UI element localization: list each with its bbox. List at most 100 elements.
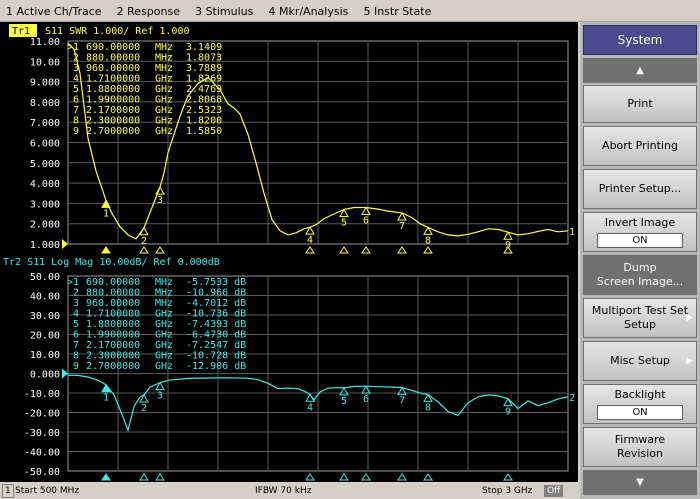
tr2-header: Tr2 S11 Log Mag 10.00dB/ Ref 0.000dB (3, 257, 220, 268)
tr2-ytick-label: 0.000 (30, 370, 60, 381)
tr1-badge: Tr1 (12, 26, 30, 37)
tr2-readout-value: -10.736 dB (186, 309, 246, 320)
backlight-button[interactable]: Backlight ON (583, 384, 697, 424)
softkey-title-label: System (617, 33, 663, 47)
status-bar: 1 Start 500 MHz IFBW 70 kHz Stop 3 GHz O… (0, 483, 578, 499)
tr1-header: S11 SWR 1.000/ Ref 1.000 (45, 26, 190, 37)
tr1-readout-id: 8 (73, 116, 79, 127)
tr2-marker-label: 5 (341, 396, 347, 407)
scroll-down-button[interactable]: ▼ (583, 470, 697, 495)
print-button[interactable]: Print (583, 85, 697, 123)
measurement-display: Tr1 S11 SWR 1.000/ Ref 1.000 Tr2 S11 Log… (0, 22, 578, 482)
tr2-readout-value: -4.7012 dB (186, 298, 246, 309)
menu-active-ch-trace[interactable]: 1 Active Ch/Trace (0, 1, 106, 23)
dump-label-line2: Screen Image... (596, 275, 684, 288)
tr2-readout-id: 4 (73, 309, 79, 320)
tr1-readout-id: 3 (73, 63, 79, 74)
tr2-marker-label: 7 (399, 396, 405, 407)
tr2-readout-id: 9 (73, 361, 79, 372)
dump-label-line1: Dump (623, 261, 657, 274)
tr2-marker-tick-5 (339, 473, 349, 481)
invert-image-label: Invert Image (604, 216, 676, 229)
tr2-readout-id: >1 (67, 277, 79, 288)
multiport-test-set-setup-button[interactable]: Multiport Test Set Setup ▶ (583, 298, 697, 338)
backlight-label: Backlight (614, 388, 666, 401)
invert-image-value: ON (597, 233, 683, 248)
tr1-marker-label: 4 (307, 235, 313, 246)
tr2-marker-5 (339, 386, 349, 396)
firmware-revision-button[interactable]: Firmware Revision (583, 427, 697, 467)
tr1-readout-id: 2 (73, 53, 79, 64)
tr2-readout-id: 2 (73, 288, 79, 299)
tr2-ytick-label: -20.00 (24, 409, 60, 420)
trace-plots: Tr1 S11 SWR 1.000/ Ref 1.000 Tr2 S11 Log… (3, 24, 575, 481)
tr1-readout-value: 2.8068 (186, 95, 222, 106)
print-label: Print (627, 97, 653, 110)
tr2-readout-id: 6 (73, 330, 79, 341)
softkey-title: System (583, 25, 697, 55)
printer-setup-button[interactable]: Printer Setup... (583, 169, 697, 209)
menu-instr-state[interactable]: 5 Instr State (357, 1, 435, 23)
menu-response[interactable]: 2 Response (111, 1, 184, 23)
tr2-marker-label: 8 (425, 402, 431, 413)
tr2-readout-unit: GHz (155, 340, 173, 351)
tr1-readout-freq: 2.3000000 (86, 116, 140, 127)
tr1-marker-label: 6 (363, 215, 369, 226)
tr1-readout-id: 7 (73, 105, 79, 116)
tr2-readout-value: -7.4393 dB (186, 319, 246, 330)
off-indicator[interactable]: Off (544, 485, 564, 497)
tr2-readout-freq: 2.1700000 (86, 340, 140, 351)
tr1-readout-id: 6 (73, 95, 79, 106)
tr2-readout-value: -5.7533 dB (186, 277, 246, 288)
tr2-ytick-label: -30.00 (24, 428, 60, 439)
tr1-ytick-label: 8.000 (30, 98, 60, 109)
tr2-readout-unit: MHz (155, 298, 173, 309)
tr1-readout-value: 3.7889 (186, 63, 222, 74)
tr2-readout-unit: GHz (155, 319, 173, 330)
tr2-readout-unit: MHz (155, 277, 173, 288)
tr2-readout-unit: GHz (155, 330, 173, 341)
tr1-readout-unit: MHz (155, 42, 173, 53)
tr2-ytick-label: 20.00 (30, 331, 60, 342)
triangle-down-icon: ▼ (636, 476, 644, 488)
tr2-marker-label: 1 (103, 393, 109, 404)
triangle-right-icon: ▶ (686, 313, 693, 323)
invert-image-button[interactable]: Invert Image ON (583, 212, 697, 252)
menu-mkr-analysis[interactable]: 4 Mkr/Analysis (262, 1, 352, 23)
tr2-marker-label: 9 (505, 407, 511, 418)
softkey-panel: System ▲ Print Abort Printing Printer Se… (580, 22, 700, 499)
tr1-marker-label: 7 (399, 221, 405, 232)
stop-frequency: Stop 3 GHz (482, 486, 533, 496)
tr2-ytick-label: -50.00 (24, 467, 60, 478)
tr2-marker-label: 2 (141, 403, 147, 414)
tr1-marker-tick-8 (423, 246, 433, 254)
dump-screen-image-button[interactable]: Dump Screen Image... (583, 255, 697, 295)
tr2-marker-label: 3 (157, 391, 163, 402)
tr1-readout-value: 2.4769 (186, 84, 222, 95)
tr2-readout-freq: 2.3000000 (86, 351, 140, 362)
tr1-marker-tick-3 (155, 246, 165, 254)
misc-setup-button[interactable]: Misc Setup ▶ (583, 341, 697, 381)
tr2-trace-label: 2 (569, 393, 575, 404)
tr1-marker-tick-4 (305, 246, 315, 254)
tr2-ytick-label: 30.00 (30, 311, 60, 322)
tr1-readout-freq: 880.00000 (86, 53, 140, 64)
tr2-readout-value: -12.906 dB (186, 361, 246, 372)
tr1-readout-value: 1.8200 (186, 116, 222, 127)
tr2-readout-value: -10.728 dB (186, 351, 246, 362)
tr1-marker-tick-6 (361, 246, 371, 254)
abort-printing-button[interactable]: Abort Printing (583, 126, 697, 166)
menu-bar: 1 Active Ch/Trace 2 Response 3 Stimulus … (0, 0, 700, 22)
tr1-readout-freq: 1.7100000 (86, 74, 140, 85)
tr1-readout-unit: GHz (155, 105, 173, 116)
tr2-readout-unit: GHz (155, 309, 173, 320)
scroll-up-button[interactable]: ▲ (583, 58, 697, 83)
tr2-readout-unit: GHz (155, 351, 173, 362)
tr2-marker-tick-3 (155, 473, 165, 481)
tr1-ytick-label: 2.000 (30, 220, 60, 231)
tr2-readout-freq: 690.00000 (86, 277, 140, 288)
triangle-right-icon: ▶ (686, 356, 693, 366)
tr1-marker-label: 3 (157, 195, 163, 206)
tr1-ytick-label: 11.00 (30, 37, 60, 48)
menu-stimulus[interactable]: 3 Stimulus (189, 1, 257, 23)
